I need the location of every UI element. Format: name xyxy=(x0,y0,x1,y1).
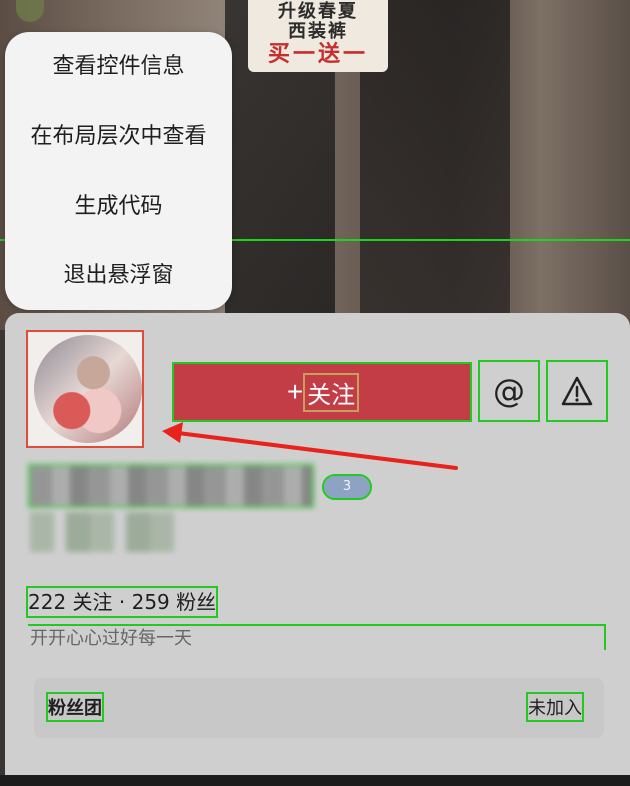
fan-club-title: 粉丝团 xyxy=(46,692,104,722)
follow-stats[interactable]: 222 关注 · 259 粉丝 xyxy=(25,586,219,618)
bottom-bar xyxy=(0,775,630,786)
fan-club-row[interactable]: 粉丝团 未加入 xyxy=(34,678,604,738)
annotation-arrow xyxy=(162,422,458,470)
bio-text: 开开心心过好每一天 xyxy=(28,624,606,650)
fan-club-status: 未加入 xyxy=(526,692,584,722)
